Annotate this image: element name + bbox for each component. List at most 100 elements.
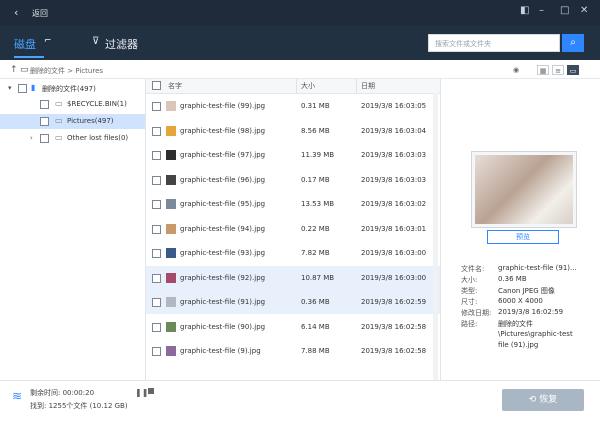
table-row[interactable]: graphic-test-file (93).jpg 7.82 MB 2019/3/… (146, 241, 440, 265)
tree-item-pictures[interactable]: ▭ Pictures(497) (0, 114, 145, 129)
info-value: Canon JPEG 图像 (498, 287, 555, 295)
column-divider[interactable] (296, 79, 297, 93)
image-thumbnail-icon (166, 150, 176, 160)
info-value: \Pictures\graphic-test (498, 330, 573, 338)
title-bar: ‹ 返回 ◧ – □ ✕ (0, 0, 600, 26)
eye-icon[interactable]: ◉ (510, 65, 522, 75)
file-size: 0.22 MB (301, 224, 330, 233)
scrollbar[interactable] (433, 93, 438, 380)
select-all-checkbox[interactable] (152, 81, 161, 90)
tree-item-label: $RECYCLE.BIN(1) (67, 100, 127, 108)
info-value: 删除的文件 (498, 320, 533, 328)
info-line: 修改日期: 2019/3/8 16:02:59 (461, 308, 596, 319)
pause-icon[interactable]: ❚❚ (135, 388, 148, 397)
file-date: 2019/3/8 16:03:00 (361, 273, 427, 282)
tab-disk[interactable]: 磁盘 (14, 36, 36, 52)
table-row[interactable]: graphic-test-file (94).jpg 0.22 MB 2019/3/… (146, 217, 440, 241)
expand-icon[interactable]: ▾ (8, 84, 12, 92)
file-size: 7.82 MB (301, 249, 330, 257)
expand-icon[interactable]: › (30, 134, 33, 142)
info-line: 尺寸: 6000 X 4000 (461, 297, 596, 308)
info-value: 2019/3/8 16:02:59 (498, 308, 564, 316)
stop-icon[interactable] (148, 388, 154, 394)
file-date: 2019/3/8 16:03:04 (361, 126, 427, 135)
image-thumbnail-icon (166, 321, 176, 332)
table-row[interactable]: graphic-test-file (92).jpg 10.87 MB 2019/3… (146, 265, 440, 290)
tab-disk-dropdown-icon[interactable]: ⌐ (44, 36, 52, 46)
settings-icon[interactable]: ◧ (520, 5, 529, 16)
table-row[interactable]: graphic-test-file (99).jpg 0.31 MB 2019/3/… (146, 94, 440, 118)
file-name: graphic-test-file (91).jpg (180, 298, 266, 306)
info-key: 路径: (461, 320, 478, 328)
table-row[interactable]: graphic-test-file (9).jpg 7.88 MB 2019/3/8… (146, 339, 440, 363)
file-name: graphic-test-file (95).jpg (180, 200, 266, 208)
recover-button[interactable]: ⟲ 恢复 (502, 389, 584, 411)
breadcrumb-path[interactable]: 删除的文件 > Pictures (30, 66, 103, 76)
table-row[interactable]: graphic-test-file (95).jpg 13.53 MB 2019/3… (146, 192, 440, 216)
detail-view-icon[interactable]: ▭ (567, 65, 579, 75)
close-icon[interactable]: ✕ (580, 5, 588, 16)
tree-item-label: 删除的文件(497) (42, 85, 96, 93)
row-checkbox[interactable] (152, 347, 161, 356)
search-input[interactable]: 搜索文件或文件夹 (428, 34, 560, 52)
checkbox[interactable] (40, 117, 49, 126)
file-list-header: 名字 大小 日期 (146, 79, 440, 94)
file-date: 2019/3/8 16:03:03 (361, 151, 427, 159)
list-view-icon[interactable]: ≡ (552, 65, 564, 75)
col-size[interactable]: 大小 (301, 81, 315, 91)
file-name: graphic-test-file (97).jpg (180, 151, 266, 159)
row-checkbox[interactable] (152, 249, 161, 258)
file-list: 名字 大小 日期 graphic-test-file (99).jpg 0.31 … (146, 79, 441, 380)
folder-tree: ▾ ▮ 删除的文件(497) ▭ $RECYCLE.BIN(1) ▭ Pictu… (0, 79, 146, 380)
tree-item-recycle[interactable]: ▭ $RECYCLE.BIN(1) (0, 97, 145, 112)
table-row[interactable]: graphic-test-file (96).jpg 0.17 MB 2019/3/… (146, 168, 440, 192)
info-key: 大小: (461, 276, 478, 284)
folder-icon: ▭ (55, 99, 63, 108)
table-row[interactable]: graphic-test-file (97).jpg 11.39 MB 2019/3… (146, 143, 440, 167)
row-checkbox[interactable] (152, 200, 161, 209)
info-value: 6000 X 4000 (498, 297, 543, 305)
row-checkbox[interactable] (152, 322, 161, 332)
elapsed-time: 剩余时间: 00:00:20 (30, 389, 95, 397)
maximize-icon[interactable]: □ (560, 5, 569, 16)
image-thumbnail-icon (166, 199, 176, 209)
row-checkbox[interactable] (152, 102, 161, 111)
tab-filter[interactable]: 过滤器 (105, 36, 138, 52)
column-divider[interactable] (356, 79, 357, 93)
back-arrow-icon[interactable]: ‹ (14, 6, 18, 19)
col-name[interactable]: 名字 (168, 81, 182, 91)
file-date: 2019/3/8 16:02:58 (361, 347, 427, 355)
table-row[interactable]: graphic-test-file (90).jpg 6.14 MB 2019/3/… (146, 315, 440, 339)
filter-icon[interactable]: ⊽ (92, 36, 99, 47)
preview-button[interactable]: 预览 (487, 230, 559, 244)
search-icon: ⌕ (570, 37, 576, 48)
info-line: file (91).jpg (461, 341, 596, 352)
row-checkbox[interactable] (152, 175, 161, 185)
checkbox[interactable] (40, 100, 49, 109)
search-button[interactable]: ⌕ (562, 34, 584, 52)
row-checkbox[interactable] (152, 298, 161, 307)
info-line: \Pictures\graphic-test (461, 330, 596, 341)
active-tab-underline (14, 56, 44, 58)
file-name: graphic-test-file (94).jpg (180, 224, 266, 233)
trash-icon: ▮ (31, 83, 36, 92)
file-name: graphic-test-file (92).jpg (180, 273, 266, 282)
col-date[interactable]: 日期 (361, 81, 375, 91)
tree-item-deleted[interactable]: ▾ ▮ 删除的文件(497) (0, 81, 145, 96)
file-size: 0.36 MB (301, 298, 330, 306)
table-row[interactable]: graphic-test-file (91).jpg 0.36 MB 2019/3/… (146, 290, 440, 314)
folder-icon: ▭ (20, 65, 29, 75)
row-checkbox[interactable] (152, 273, 161, 283)
grid-view-icon[interactable]: ▦ (537, 65, 549, 75)
row-checkbox[interactable] (152, 126, 161, 136)
minimize-icon[interactable]: – (539, 5, 544, 16)
tree-item-other[interactable]: › ▭ Other lost files(0) (0, 131, 145, 146)
row-checkbox[interactable] (152, 224, 161, 234)
checkbox[interactable] (40, 134, 49, 143)
checkbox[interactable] (18, 84, 27, 93)
up-arrow-icon[interactable]: ↑ (10, 65, 18, 75)
window-title[interactable]: 返回 (32, 8, 48, 19)
file-name: graphic-test-file (98).jpg (180, 126, 266, 135)
row-checkbox[interactable] (152, 151, 161, 160)
table-row[interactable]: graphic-test-file (98).jpg 8.56 MB 2019/3/… (146, 119, 440, 143)
